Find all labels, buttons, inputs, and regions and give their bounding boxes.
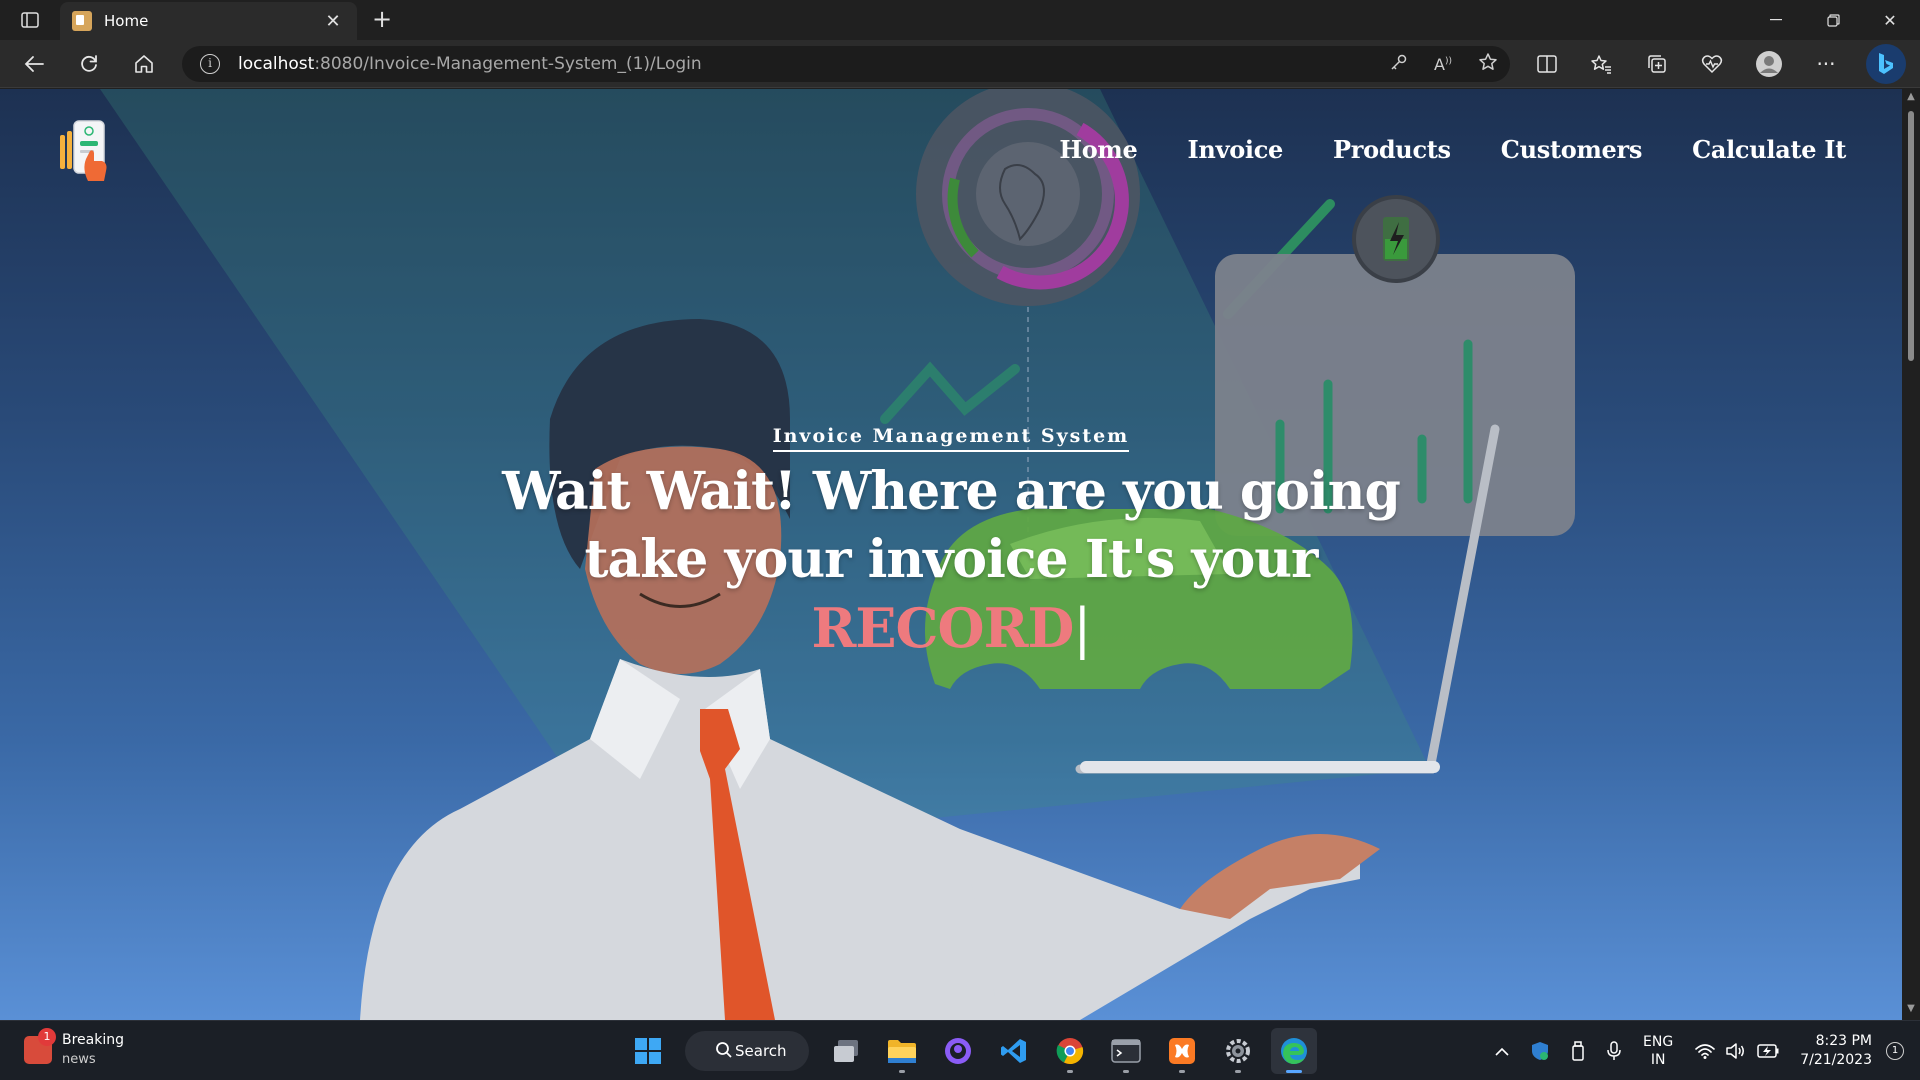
restore-icon[interactable] <box>1805 0 1861 40</box>
new-tab-button[interactable]: + <box>368 4 396 34</box>
hero-section: Invoice Management System Wait Wait! Whe… <box>0 425 1902 663</box>
home-icon[interactable] <box>126 46 162 82</box>
url-path: :8080/Invoice-Management-System_(1)/Logi… <box>314 54 702 74</box>
windows-taskbar: 1 Breaking news Search ENG IN 8:23 PM 7/… <box>0 1020 1920 1080</box>
file-explorer-icon[interactable] <box>879 1028 925 1074</box>
close-window-icon[interactable]: ✕ <box>1862 0 1918 40</box>
lang-line1: ENG <box>1643 1034 1674 1050</box>
minimize-icon[interactable] <box>1748 0 1804 40</box>
bing-copilot-icon[interactable] <box>1866 44 1906 84</box>
hero-heading-line1: Wait Wait! Where are you going <box>502 461 1401 522</box>
collections-icon[interactable] <box>1639 46 1675 82</box>
language-indicator[interactable]: ENG IN <box>1643 1033 1673 1069</box>
back-icon[interactable] <box>16 46 52 82</box>
address-bar[interactable]: i localhost:8080/Invoice-Management-Syst… <box>182 46 1510 82</box>
notifications-icon[interactable]: 1 <box>1886 1042 1904 1060</box>
task-view-icon[interactable] <box>823 1028 869 1074</box>
password-key-icon[interactable] <box>1390 53 1408 76</box>
search-icon <box>716 1042 732 1058</box>
terminal-icon[interactable] <box>1103 1028 1149 1074</box>
wifi-icon[interactable] <box>1695 1043 1716 1059</box>
taskbar-search-button[interactable]: Search <box>685 1031 809 1071</box>
typing-caret: | <box>1073 597 1091 660</box>
lang-line2: IN <box>1650 1052 1666 1068</box>
scroll-up-icon[interactable]: ▲ <box>1905 91 1917 102</box>
battery-icon[interactable] <box>1757 1044 1779 1058</box>
favorite-star-icon[interactable] <box>1478 52 1498 77</box>
show-hidden-icons-chevron-icon[interactable] <box>1495 1047 1509 1056</box>
hero-heading: Wait Wait! Where are you going take your… <box>0 458 1902 594</box>
news-icon: 1 <box>24 1028 56 1064</box>
taskbar-clock[interactable]: 8:23 PM 7/21/2023 <box>1800 1032 1872 1070</box>
tab-close-icon[interactable]: ✕ <box>321 11 345 32</box>
browser-essentials-icon[interactable] <box>1694 46 1730 82</box>
volume-icon[interactable] <box>1726 1043 1746 1059</box>
nav-home[interactable]: Home <box>1059 135 1137 164</box>
profile-avatar-icon[interactable] <box>1751 46 1787 82</box>
taskbar-apps: Search <box>625 1027 1317 1075</box>
nav-calculate-it[interactable]: Calculate It <box>1692 135 1846 164</box>
read-aloud-icon[interactable]: A)) <box>1434 55 1452 74</box>
clock-time: 8:23 PM <box>1815 1033 1872 1049</box>
start-windows-icon[interactable] <box>625 1028 671 1074</box>
refresh-icon[interactable] <box>71 46 107 82</box>
site-info-icon[interactable]: i <box>200 54 220 74</box>
hero-kicker: Invoice Management System <box>772 425 1130 452</box>
page-scrollbar[interactable]: ▲ ▼ <box>1902 89 1920 1020</box>
tab-title: Home <box>104 12 149 30</box>
typed-text: RECORD| <box>0 594 1902 663</box>
settings-more-icon[interactable]: ··· <box>1808 46 1844 82</box>
nav-invoice[interactable]: Invoice <box>1188 135 1284 164</box>
usb-device-icon[interactable] <box>1571 1041 1585 1061</box>
favorites-icon[interactable] <box>1583 46 1619 82</box>
scroll-thumb[interactable] <box>1908 111 1914 361</box>
settings-gear-icon[interactable] <box>1215 1028 1261 1074</box>
browser-toolbar: i localhost:8080/Invoice-Management-Syst… <box>0 40 1920 88</box>
main-nav: Home Invoice Products Customers Calculat… <box>1059 135 1846 164</box>
web-page-viewport: Home Invoice Products Customers Calculat… <box>0 89 1902 1020</box>
nav-customers[interactable]: Customers <box>1501 135 1643 164</box>
tab-actions-icon[interactable] <box>14 8 46 32</box>
nav-products[interactable]: Products <box>1333 135 1451 164</box>
news-subtitle: news <box>62 1052 96 1067</box>
url-host: localhost <box>238 54 315 74</box>
browser-tab-home[interactable]: Home ✕ <box>60 2 357 40</box>
site-logo[interactable] <box>58 119 116 185</box>
search-label: Search <box>735 1042 787 1060</box>
split-screen-icon[interactable] <box>1529 46 1565 82</box>
github-icon[interactable] <box>935 1028 981 1074</box>
news-title: Breaking <box>62 1032 125 1048</box>
clock-date: 7/21/2023 <box>1800 1052 1872 1068</box>
hero-heading-line2: take your invoice It's your <box>584 529 1319 590</box>
address-url[interactable]: localhost:8080/Invoice-Management-System… <box>238 54 702 74</box>
xampp-icon[interactable] <box>1159 1028 1205 1074</box>
typed-word: RECORD <box>811 596 1075 660</box>
scroll-down-icon[interactable]: ▼ <box>1905 1003 1917 1014</box>
chrome-icon[interactable] <box>1047 1028 1093 1074</box>
news-widget[interactable]: 1 Breaking news <box>24 1028 125 1069</box>
microphone-icon[interactable] <box>1607 1041 1621 1061</box>
security-shield-icon[interactable] <box>1531 1041 1549 1061</box>
site-favicon-icon <box>72 11 92 31</box>
edge-browser-icon[interactable] <box>1271 1028 1317 1074</box>
browser-titlebar: Home ✕ + ✕ <box>0 0 1920 40</box>
vscode-icon[interactable] <box>991 1028 1037 1074</box>
news-badge: 1 <box>38 1028 56 1046</box>
system-tray: ENG IN 8:23 PM 7/21/2023 1 <box>1484 1021 1920 1080</box>
